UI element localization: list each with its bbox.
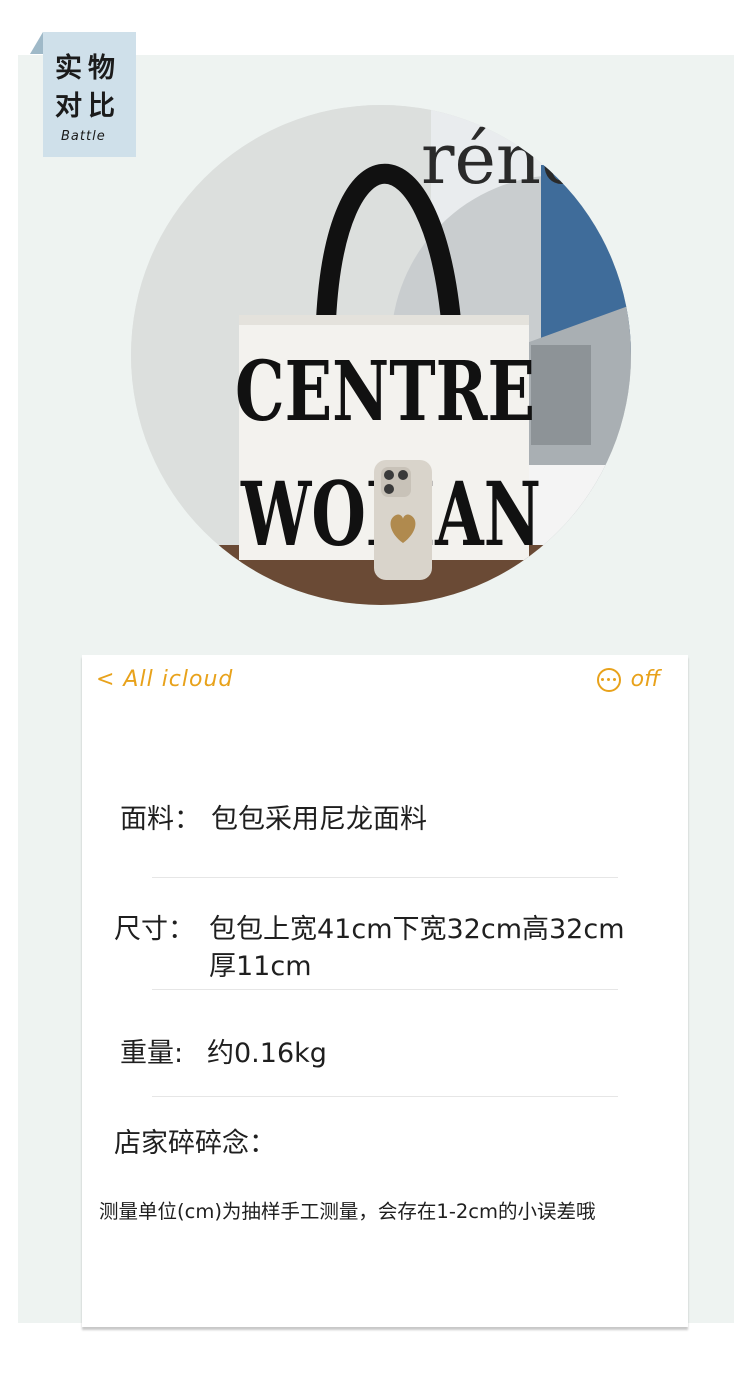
spec-size-label: 尺寸：	[114, 914, 195, 945]
off-label[interactable]: off	[631, 667, 660, 692]
more-dots-icon[interactable]	[596, 667, 621, 692]
product-photo-illustration: rénc CENTRE WOMAN	[131, 105, 631, 605]
badge-line-2: 对比	[55, 91, 121, 122]
notes-text: 测量单位(cm)为抽样手工测量，会存在1-2cm的小误差哦	[99, 1200, 596, 1223]
product-info-card: < All icloud off 面料： 包包采用尼龙面料 尺寸： 包包上宽41…	[82, 655, 688, 1327]
comparison-badge: 实物 对比 Battle	[43, 32, 136, 157]
bag-text-line-1: CENTRE	[235, 344, 535, 440]
back-link[interactable]: < All icloud	[96, 667, 233, 692]
spec-material: 面料： 包包采用尼龙面料	[120, 801, 660, 838]
spec-material-label: 面料：	[120, 804, 201, 835]
notes-heading: 店家碎碎念：	[114, 1128, 276, 1159]
spec-material-value: 包包采用尼龙面料	[211, 804, 427, 835]
badge-line-1: 实物	[55, 53, 121, 84]
divider	[152, 989, 618, 990]
product-photo: rénc CENTRE WOMAN	[131, 105, 631, 605]
badge-subtitle: Battle	[61, 129, 106, 144]
badge-fold	[30, 32, 43, 54]
spec-weight-label: 重量:	[120, 1038, 184, 1069]
divider	[152, 1096, 618, 1097]
spec-size: 尺寸： 包包上宽41cm下宽32cm高32cm厚11cm	[114, 911, 654, 985]
spec-weight: 重量: 约0.16kg	[120, 1035, 660, 1072]
divider	[152, 877, 618, 878]
spec-weight-value: 约0.16kg	[207, 1038, 327, 1069]
more-menu[interactable]: off	[596, 667, 660, 692]
spec-size-value: 包包上宽41cm下宽32cm高32cm厚11cm	[209, 914, 625, 982]
